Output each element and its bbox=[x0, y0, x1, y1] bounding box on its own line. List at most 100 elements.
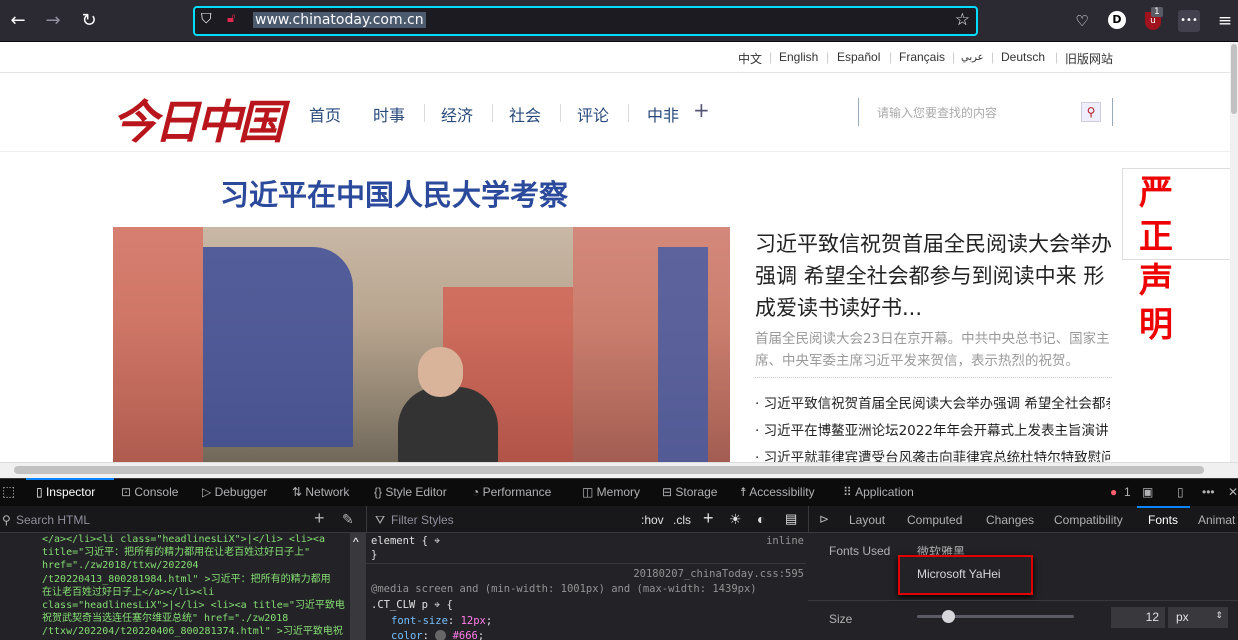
top-headline[interactable]: 习近平在中国人民大学考察 bbox=[220, 172, 568, 214]
list-item[interactable]: · 习近平在博鳌亚洲论坛2022年年会开幕式上发表主旨演讲 bbox=[755, 419, 1110, 439]
horizontal-scrollbar-thumb[interactable] bbox=[14, 466, 1204, 474]
pocket-icon[interactable]: ♡ bbox=[1071, 10, 1093, 32]
tab-performance[interactable]: ◔ Performance bbox=[472, 485, 551, 499]
size-unit-select[interactable]: px ⇕ bbox=[1168, 607, 1228, 628]
element-rule[interactable]: element { ⌖ bbox=[371, 535, 440, 548]
tab-storage[interactable]: ⊟ Storage bbox=[662, 485, 717, 499]
rules-view[interactable]: element { ⌖ inline } 20180207_chinaToday… bbox=[366, 533, 806, 640]
markup-line[interactable]: /t20220413_800281984.html" >习近平：把所有的精力都用 bbox=[42, 573, 350, 586]
list-item[interactable]: · 习近平致信祝贺首届全民阅读大会举办强调 希望全社会都参与到阅读中来 bbox=[755, 392, 1110, 412]
markup-view[interactable]: </a></li><li class="headlinesLiX">|</li>… bbox=[0, 533, 350, 640]
markup-line[interactable]: /ttxw/202204/t20220406_800281374.html" >… bbox=[42, 625, 350, 638]
main-story-title[interactable]: 习近平致信祝贺首届全民阅读大会举办强调 希望全社会都参与到阅读中来 形成爱读书读… bbox=[755, 228, 1115, 324]
markup-line[interactable]: class="headlinesLiX">|</li> <li><a title… bbox=[42, 599, 350, 612]
reload-button[interactable]: ↻ bbox=[76, 8, 102, 34]
tab-accessibility[interactable]: ☨ Accessibility bbox=[740, 485, 815, 499]
back-button[interactable]: ← bbox=[5, 8, 31, 34]
lang-zh[interactable]: 中文 bbox=[738, 50, 762, 67]
markup-line[interactable]: 祝贺武契奇当选连任塞尔维亚总统" href="./zw2018 bbox=[42, 612, 350, 625]
list-item-link[interactable]: 习近平就菲律宾遭受台风袭击向菲律宾总统杜特尔特致慰问电 bbox=[764, 450, 1110, 462]
old-site-link[interactable]: 旧版网站 bbox=[1065, 50, 1113, 67]
property-name[interactable]: color bbox=[391, 630, 423, 640]
markup-line[interactable]: title="习近平：把所有的精力都用在让老百姓过好日子上" bbox=[42, 546, 350, 559]
eyedropper-icon[interactable]: ✎ bbox=[342, 511, 354, 528]
toggle-sidebar-icon[interactable]: ⊳ bbox=[819, 512, 829, 526]
tab-compatibility[interactable]: Compatibility bbox=[1054, 513, 1123, 527]
markup-line[interactable]: href="./zw2018/ttxw/202204 bbox=[42, 559, 350, 572]
nav-commentary[interactable]: 评论 bbox=[577, 102, 609, 126]
element-picker-icon[interactable]: ⬚ bbox=[2, 483, 15, 500]
size-slider[interactable] bbox=[917, 615, 1074, 618]
lang-ar[interactable]: عربي bbox=[961, 52, 984, 63]
print-media-icon[interactable]: ▤ bbox=[785, 511, 797, 527]
hov-toggle[interactable]: :hov bbox=[641, 513, 664, 527]
lang-de[interactable]: Deutsch bbox=[1001, 50, 1045, 64]
cls-toggle[interactable]: .cls bbox=[673, 513, 691, 527]
dark-scheme-icon[interactable]: ◐ bbox=[757, 511, 765, 527]
more-options-icon[interactable]: ••• bbox=[1202, 485, 1215, 499]
menu-icon[interactable]: ≡ bbox=[1214, 10, 1236, 32]
scroll-up-icon[interactable]: ^ bbox=[353, 535, 359, 549]
forward-button[interactable]: → bbox=[40, 8, 66, 34]
tab-animations[interactable]: Animat bbox=[1198, 513, 1235, 527]
color-swatch[interactable] bbox=[435, 630, 447, 640]
list-item-link[interactable]: 习近平在博鳌亚洲论坛2022年年会开幕式上发表主旨演讲 bbox=[764, 423, 1109, 439]
tab-inspector[interactable]: ▯ Inspector bbox=[36, 485, 95, 499]
url-text[interactable]: www.chinatoday.com.cn bbox=[253, 12, 426, 28]
rule-source-inline[interactable]: inline bbox=[766, 535, 804, 547]
search-box[interactable]: 请输入您要查找的内容 ⚲ bbox=[858, 98, 1113, 126]
filter-styles-input[interactable]: Filter Styles bbox=[391, 513, 454, 527]
shield-icon[interactable]: ⛉ bbox=[201, 11, 212, 27]
nav-news[interactable]: 时事 bbox=[373, 102, 405, 126]
size-input[interactable]: 12 bbox=[1111, 607, 1165, 628]
lang-fr[interactable]: Français bbox=[899, 50, 945, 64]
markup-scrollbar[interactable]: ^ bbox=[350, 533, 366, 640]
vertical-scrollbar-thumb[interactable] bbox=[1231, 44, 1237, 114]
tab-network[interactable]: ⇅ Network bbox=[292, 485, 349, 499]
add-node-icon[interactable]: + bbox=[314, 508, 325, 529]
url-bar[interactable]: ⛉ 🔓︎ www.chinatoday.com.cn ☆ bbox=[193, 6, 978, 36]
tab-changes[interactable]: Changes bbox=[986, 513, 1034, 527]
search-input[interactable]: 请输入您要查找的内容 bbox=[877, 104, 997, 121]
responsive-mode-icon[interactable]: ▣ bbox=[1142, 485, 1153, 499]
error-icon[interactable]: ● bbox=[1110, 485, 1117, 499]
nav-home[interactable]: 首页 bbox=[309, 102, 341, 126]
rule-source-link[interactable]: 20180207_chinaToday.css:595 bbox=[633, 568, 804, 580]
markup-line[interactable]: 在让老百姓过好日子上</a></li><li bbox=[42, 586, 350, 599]
nav-society[interactable]: 社会 bbox=[509, 102, 541, 126]
search-html-input[interactable]: Search HTML bbox=[16, 513, 90, 527]
nav-china-africa[interactable]: 中非 bbox=[647, 102, 679, 126]
dock-icon[interactable]: ▯ bbox=[1177, 485, 1184, 499]
bookmark-star-icon[interactable]: ☆ bbox=[955, 10, 970, 30]
error-count[interactable]: 1 bbox=[1124, 485, 1131, 499]
close-devtools-icon[interactable]: ✕ bbox=[1228, 485, 1238, 499]
tab-console[interactable]: ⊡ Console bbox=[121, 485, 178, 499]
tab-memory[interactable]: ◫ Memory bbox=[582, 485, 640, 499]
main-story-image[interactable] bbox=[113, 227, 730, 462]
declaration-font-size[interactable]: font-size: 12px; bbox=[391, 615, 492, 627]
property-value[interactable]: 12px bbox=[461, 615, 486, 627]
insecure-lock-icon[interactable]: 🔓︎ bbox=[227, 11, 235, 26]
lang-en[interactable]: English bbox=[779, 50, 818, 64]
extensions-overflow-icon[interactable]: ••• bbox=[1178, 10, 1200, 32]
property-name[interactable]: font-size bbox=[391, 615, 448, 627]
markup-line[interactable]: </a></li><li class="headlinesLiX">|</li>… bbox=[42, 533, 350, 546]
search-icon[interactable]: ⚲ bbox=[1081, 102, 1101, 122]
nav-economy[interactable]: 经济 bbox=[441, 102, 473, 126]
tab-layout[interactable]: Layout bbox=[849, 513, 885, 527]
property-value[interactable]: #666 bbox=[453, 630, 478, 640]
tab-style-editor[interactable]: {} Style Editor bbox=[374, 485, 447, 499]
tab-debugger[interactable]: ▷ Debugger bbox=[202, 485, 267, 499]
tab-computed[interactable]: Computed bbox=[907, 513, 962, 527]
declaration-color[interactable]: color: #666; bbox=[391, 630, 484, 640]
site-logo[interactable]: 今日中国 bbox=[112, 86, 284, 152]
list-item[interactable]: · 习近平就菲律宾遭受台风袭击向菲律宾总统杜特尔特致慰问电 bbox=[755, 446, 1110, 462]
rule-selector[interactable]: .CT_CLW p ⌖ { bbox=[371, 599, 453, 612]
light-scheme-icon[interactable]: ☀ bbox=[729, 511, 742, 528]
lang-es[interactable]: Español bbox=[837, 50, 880, 64]
account-avatar[interactable]: D bbox=[1108, 11, 1126, 29]
list-item-link[interactable]: 习近平致信祝贺首届全民阅读大会举办强调 希望全社会都参与到阅读中来 bbox=[764, 396, 1110, 412]
tab-application[interactable]: ⠿ Application bbox=[843, 485, 914, 499]
nav-more-button[interactable]: + bbox=[693, 98, 710, 122]
add-rule-icon[interactable]: + bbox=[703, 508, 714, 529]
